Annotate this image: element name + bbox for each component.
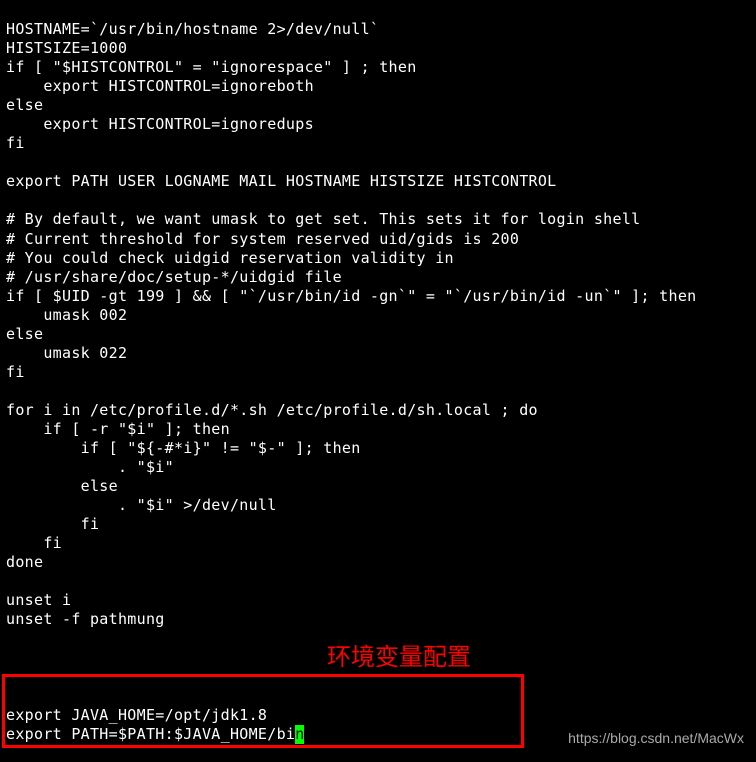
watermark-text: https://blog.csdn.net/MacWx <box>568 730 744 746</box>
terminal-text: HOSTNAME=`/usr/bin/hostname 2>/dev/null`… <box>6 20 696 724</box>
annotation-label: 环境变量配置 <box>327 637 471 672</box>
highlight-box <box>2 674 524 748</box>
